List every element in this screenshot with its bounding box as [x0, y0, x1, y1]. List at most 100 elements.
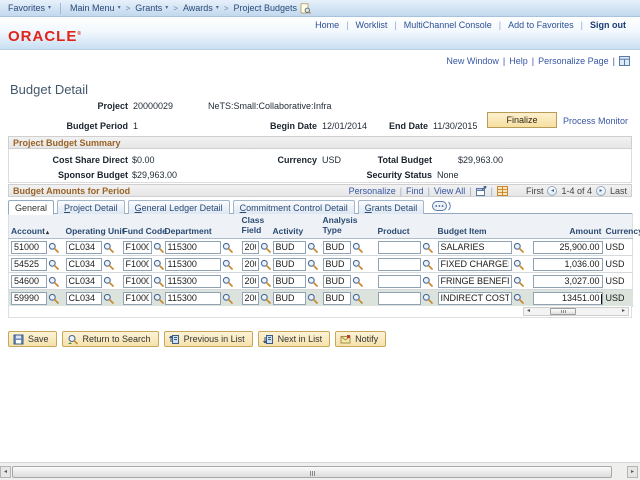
lookup-icon[interactable]: [222, 276, 233, 287]
sign-out-link[interactable]: Sign out: [590, 20, 626, 30]
account-input[interactable]: [11, 291, 47, 305]
budget-item-input[interactable]: [437, 240, 512, 254]
lookup-icon[interactable]: [307, 293, 318, 304]
analysis-type-input[interactable]: [322, 257, 351, 271]
add-to-favorites-link[interactable]: Add to Favorites: [508, 20, 574, 30]
personalize-link[interactable]: Personalize: [349, 186, 396, 196]
scroll-right-icon[interactable]: ▸: [619, 308, 628, 315]
lookup-icon[interactable]: [422, 259, 433, 270]
lookup-icon[interactable]: [352, 276, 363, 287]
tab-general-ledger-detail[interactable]: General Ledger Detail: [127, 200, 230, 214]
lookup-icon[interactable]: [307, 259, 318, 270]
finalize-button[interactable]: Finalize: [487, 112, 557, 128]
fund-code-input[interactable]: [122, 274, 152, 288]
view-all-link[interactable]: View All: [434, 186, 465, 196]
tab-project-detail[interactable]: Project Detail: [57, 200, 125, 214]
account-input[interactable]: [11, 274, 47, 288]
lookup-icon[interactable]: [222, 293, 233, 304]
column-header-fund-code[interactable]: Fund Code: [120, 213, 167, 239]
scroll-right-icon[interactable]: ▸: [627, 466, 638, 478]
amount-input-editing[interactable]: [532, 291, 603, 305]
grid-hscrollbar[interactable]: ◂ ▸: [523, 307, 629, 316]
lookup-icon[interactable]: [422, 242, 433, 253]
lookup-icon[interactable]: [103, 259, 114, 270]
download-grid-icon[interactable]: [496, 185, 508, 196]
product-input[interactable]: [377, 291, 421, 305]
breadcrumb-grants[interactable]: Grants ▾: [135, 3, 168, 13]
column-header-product[interactable]: Product: [375, 213, 436, 239]
lookup-icon[interactable]: [153, 242, 164, 253]
budget-item-input[interactable]: [437, 291, 512, 305]
lookup-icon[interactable]: [513, 293, 524, 304]
page-hscrollbar[interactable]: ◂ ▸: [0, 462, 640, 480]
find-link[interactable]: Find: [406, 186, 424, 196]
personalize-page-icon[interactable]: [619, 56, 630, 66]
fund-code-input[interactable]: [122, 291, 152, 305]
breadcrumb-favorites[interactable]: Favorites ▾: [8, 3, 51, 13]
pagination-last[interactable]: Last: [610, 186, 627, 196]
column-header-activity[interactable]: Activity: [270, 213, 321, 239]
lookup-icon[interactable]: [422, 276, 433, 287]
pagination-first[interactable]: First: [526, 186, 544, 196]
save-button[interactable]: Save: [8, 331, 57, 347]
tab-commitment-control-detail[interactable]: Commitment Control Detail: [232, 200, 355, 214]
breadcrumb-awards[interactable]: Awards ▾: [183, 3, 219, 13]
lookup-icon[interactable]: [48, 293, 59, 304]
breadcrumb-project-budgets[interactable]: Project Budgets: [234, 2, 312, 14]
tab-general[interactable]: General: [8, 200, 55, 215]
class-field-input[interactable]: [241, 240, 259, 254]
lookup-icon[interactable]: [307, 276, 318, 287]
department-input[interactable]: [164, 240, 221, 254]
lookup-icon[interactable]: [260, 242, 271, 253]
breadcrumb-main-menu[interactable]: Main Menu ▾: [70, 3, 121, 13]
budget-item-input[interactable]: [437, 257, 512, 271]
department-input[interactable]: [164, 257, 221, 271]
lookup-icon[interactable]: [307, 242, 318, 253]
popup-window-icon[interactable]: [475, 185, 487, 196]
show-all-columns-icon[interactable]: [432, 201, 452, 211]
lookup-icon[interactable]: [153, 259, 164, 270]
account-input[interactable]: [11, 240, 47, 254]
page-search-icon[interactable]: [300, 2, 312, 14]
lookup-icon[interactable]: [103, 242, 114, 253]
operating-unit-input[interactable]: [65, 240, 102, 254]
page-scroll-thumb[interactable]: [12, 466, 612, 478]
amount-input[interactable]: [532, 274, 603, 288]
operating-unit-input[interactable]: [65, 257, 102, 271]
personalize-page-link[interactable]: Personalize Page: [538, 56, 609, 66]
department-input[interactable]: [164, 291, 221, 305]
product-input[interactable]: [377, 274, 421, 288]
lookup-icon[interactable]: [48, 276, 59, 287]
lookup-icon[interactable]: [513, 276, 524, 287]
activity-input[interactable]: [272, 240, 306, 254]
lookup-icon[interactable]: [222, 259, 233, 270]
fund-code-input[interactable]: [122, 257, 152, 271]
new-window-link[interactable]: New Window: [446, 56, 499, 66]
lookup-icon[interactable]: [103, 293, 114, 304]
lookup-icon[interactable]: [48, 259, 59, 270]
lookup-icon[interactable]: [422, 293, 433, 304]
department-input[interactable]: [164, 274, 221, 288]
lookup-icon[interactable]: [260, 293, 271, 304]
lookup-icon[interactable]: [352, 293, 363, 304]
grid-scroll-thumb[interactable]: [550, 308, 576, 315]
lookup-icon[interactable]: [103, 276, 114, 287]
scroll-left-icon[interactable]: ◂: [0, 466, 11, 478]
lookup-icon[interactable]: [153, 276, 164, 287]
class-field-input[interactable]: [241, 291, 259, 305]
column-header-operating-unit[interactable]: Operating Unit: [63, 213, 125, 239]
scroll-left-icon[interactable]: ◂: [524, 308, 533, 315]
product-input[interactable]: [377, 257, 421, 271]
return-to-search-button[interactable]: Return to Search: [61, 331, 159, 347]
amount-input[interactable]: [532, 257, 603, 271]
lookup-icon[interactable]: [260, 259, 271, 270]
next-in-list-button[interactable]: Next in List: [257, 331, 331, 347]
help-link[interactable]: Help: [509, 56, 528, 66]
tab-grants-detail[interactable]: Grants Detail: [357, 200, 425, 214]
column-header-department[interactable]: Department: [162, 213, 240, 239]
fund-code-input[interactable]: [122, 240, 152, 254]
next-page-icon[interactable]: ▸: [595, 185, 606, 196]
lookup-icon[interactable]: [352, 242, 363, 253]
home-link[interactable]: Home: [315, 20, 339, 30]
notify-button[interactable]: Notify: [335, 331, 387, 347]
